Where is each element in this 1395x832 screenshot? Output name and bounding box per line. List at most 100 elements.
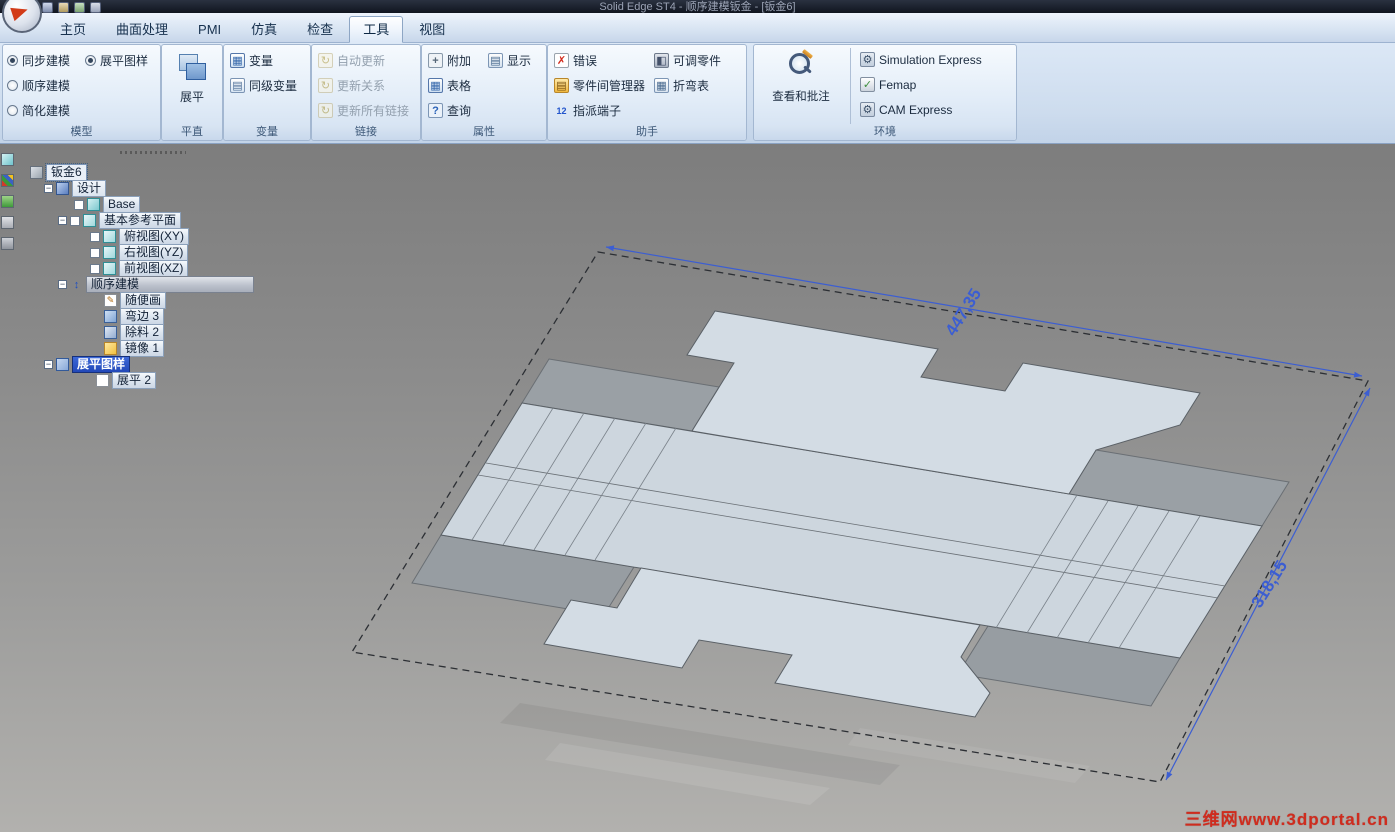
reference-plane-icon [83,214,96,227]
bend-table-button[interactable]: 折弯表 [654,77,709,94]
tree-item-label[interactable]: 基本参考平面 [99,212,182,229]
interpart-manager-button[interactable]: 零件间管理器 [554,77,645,94]
tree-item-label[interactable]: 俯视图(XY) [119,228,190,245]
tree-item-label[interactable]: 展平图样 [72,356,131,373]
update-relations-button[interactable]: 更新关系 [318,77,385,94]
quick-access-toolbar [42,2,101,13]
tree-item-front-view-xz[interactable]: 前视图(XZ) [90,260,189,277]
tree-item-label[interactable]: 顺序建模 [86,276,254,293]
tab-simulation[interactable]: 仿真 [237,16,291,43]
radio-ordered[interactable]: 顺序建模 [7,77,70,94]
cam-express-button[interactable]: CAM Express [860,102,952,117]
tree-item-flatten2[interactable]: 展平 2 [96,372,157,389]
group-label-environment: 环境 [754,125,1016,140]
radio-icon[interactable] [7,80,18,91]
visibility-checkbox[interactable] [74,199,84,210]
radio-icon[interactable] [7,105,18,116]
tree-item-design[interactable]: 设计 [44,180,107,197]
redo-icon[interactable] [74,2,85,13]
group-model: 同步建模 展平图样 顺序建模 简化建模 模型 [2,44,161,141]
model-viewport[interactable]: 447,35 318,15 钣金6 设计 Base [0,143,1395,832]
peer-variable-icon [230,78,245,93]
terminal-icon [554,103,569,118]
collapse-icon[interactable] [44,184,53,193]
peer-variables-button[interactable]: 同级变量 [230,77,297,94]
tree-item-label[interactable]: 随便画 [120,292,167,309]
update-relations-icon [318,78,333,93]
tab-home[interactable]: 主页 [46,16,100,43]
tab-pmi[interactable]: PMI [184,16,235,43]
sketch-edit-icon[interactable] [1,153,14,166]
flatten-feature-icon [96,374,109,387]
tree-item-label[interactable]: 除料 2 [120,324,165,341]
tree-item-label[interactable]: Base [103,196,141,213]
tree-item-label[interactable]: 展平 2 [112,372,157,389]
tree-item-label[interactable]: 钣金6 [45,163,88,182]
tree-item-reference-planes[interactable]: 基本参考平面 [58,212,182,229]
femap-button[interactable]: Femap [860,77,916,92]
radio-flat-pattern[interactable]: 展平图样 [85,52,148,69]
update-all-links-button[interactable]: 更新所有链接 [318,102,409,119]
tree-item-cutout2[interactable]: 除料 2 [104,324,165,341]
tab-surfacing[interactable]: 曲面处理 [102,16,182,43]
tree-item-sketch[interactable]: 随便画 [104,292,167,309]
radio-label: 展平图样 [100,54,149,68]
layer-icon[interactable] [1,195,14,208]
tree-item-mirror1[interactable]: 镜像 1 [104,340,165,357]
button-label: 更新关系 [337,79,386,93]
visibility-checkbox[interactable] [90,247,100,258]
tree-item-base[interactable]: Base [74,196,141,213]
radio-icon[interactable] [85,55,96,66]
collapse-icon[interactable] [58,216,67,225]
pathfinder-drag-handle[interactable] [120,151,186,154]
color-palette-icon[interactable] [1,174,14,187]
save-icon[interactable] [42,2,53,13]
errors-button[interactable]: 错误 [554,52,597,69]
visibility-checkbox[interactable] [90,263,100,274]
simulation-express-button[interactable]: Simulation Express [860,52,982,67]
adjustable-part-button[interactable]: 可调零件 [654,52,721,69]
panel-toggle-icon[interactable] [1,216,14,229]
dimension-label-width[interactable]: 447,35 [942,285,986,339]
auto-update-button[interactable]: 自动更新 [318,52,385,69]
tree-item-label[interactable]: 弯边 3 [120,308,165,325]
tree-item-label[interactable]: 设计 [72,180,107,197]
tree-item-sheetmetal6[interactable]: 钣金6 [30,163,88,182]
button-label: 显示 [507,54,532,68]
qat-dropdown-icon[interactable] [90,2,101,13]
display-button[interactable]: 显示 [488,52,531,69]
tree-item-label[interactable]: 镜像 1 [120,340,165,357]
collapse-icon[interactable] [58,280,67,289]
visibility-checkbox[interactable] [70,215,80,226]
tree-item-flange3[interactable]: 弯边 3 [104,308,165,325]
tab-inspect[interactable]: 检查 [293,16,347,43]
model-viewport-canvas[interactable]: 447,35 318,15 [0,143,1395,832]
table-button[interactable]: 表格 [428,77,471,94]
radio-icon[interactable] [7,55,18,66]
tree-item-ordered-modeling[interactable]: 顺序建模 [58,276,254,293]
tree-item-flat-pattern[interactable]: 展平图样 [44,356,131,373]
tree-item-label[interactable]: 前视图(XZ) [119,260,189,277]
flatten-button[interactable]: 展平 [166,49,218,125]
button-label: 查询 [447,104,472,118]
button-label: 可调零件 [673,54,722,68]
tree-item-label[interactable]: 右视图(YZ) [119,244,189,261]
variables-button[interactable]: 变量 [230,52,273,69]
ordered-modeling-icon [70,278,83,291]
attach-button[interactable]: 附加 [428,52,471,69]
tree-item-top-view-xy[interactable]: 俯视图(XY) [90,228,190,245]
inquire-button[interactable]: 查询 [428,102,471,119]
panel-toggle-icon[interactable] [1,237,14,250]
tab-view[interactable]: 视图 [405,16,459,43]
dimension-label-height[interactable]: 318,15 [1248,557,1292,611]
collapse-icon[interactable] [44,360,53,369]
radio-synchronous[interactable]: 同步建模 [7,52,70,69]
visibility-checkbox[interactable] [90,231,100,242]
undo-icon[interactable] [58,2,69,13]
tab-tools[interactable]: 工具 [349,16,404,43]
group-label-variables: 变量 [224,125,310,140]
assign-terminals-button[interactable]: 指派端子 [554,102,621,119]
view-and-markup-button[interactable]: 查看和批注 [758,48,844,126]
tree-item-right-view-yz[interactable]: 右视图(YZ) [90,244,189,261]
radio-simplify[interactable]: 简化建模 [7,102,70,119]
